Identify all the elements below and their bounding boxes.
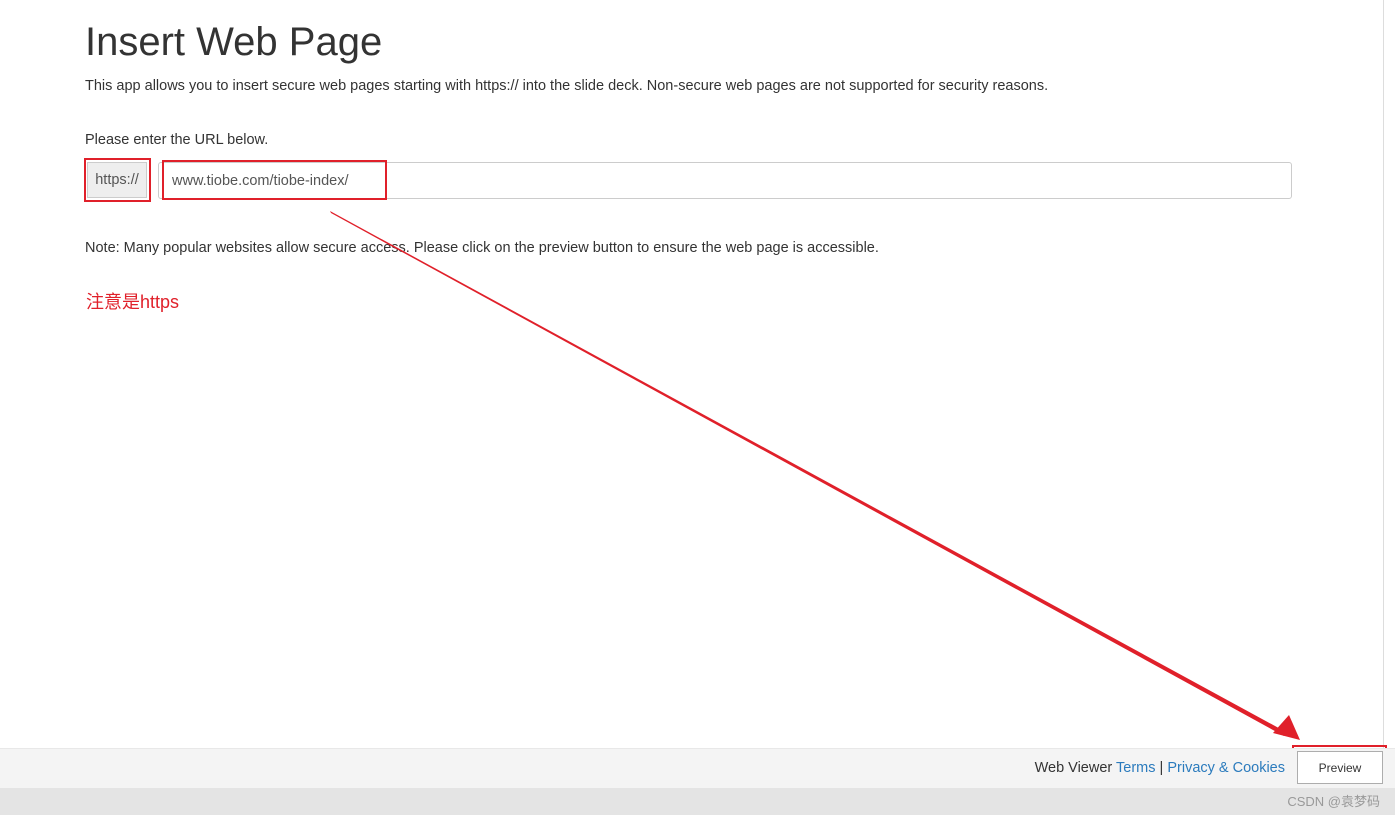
terms-link[interactable]: Terms bbox=[1116, 760, 1155, 776]
page-description: This app allows you to insert secure web… bbox=[85, 78, 1049, 94]
insert-web-page-dialog: Insert Web Page This app allows you to i… bbox=[0, 0, 1395, 815]
arrow-head bbox=[1273, 715, 1300, 740]
page-title: Insert Web Page bbox=[85, 20, 383, 64]
url-label: Please enter the URL below. bbox=[85, 132, 269, 148]
bottom-bar bbox=[0, 788, 1395, 815]
url-input[interactable] bbox=[158, 162, 1292, 199]
note-text: Note: Many popular websites allow secure… bbox=[85, 240, 879, 256]
annotation-note: 注意是https bbox=[86, 292, 180, 312]
url-prefix-addon: https:// bbox=[87, 162, 147, 198]
footer-separator: | bbox=[1159, 760, 1164, 776]
annotation-arrow bbox=[330, 211, 1300, 740]
footer-links: Web Viewer Terms | Privacy & Cookies bbox=[1035, 760, 1285, 776]
footer-bar: Web Viewer Terms | Privacy & Cookies bbox=[0, 748, 1395, 788]
arrow-shaft bbox=[330, 211, 1286, 736]
watermark: CSDN @袁梦码 bbox=[1287, 794, 1380, 809]
preview-button[interactable]: Preview bbox=[1297, 751, 1383, 784]
footer-product: Web Viewer bbox=[1034, 760, 1113, 776]
scroll-edge bbox=[1383, 0, 1384, 748]
privacy-link[interactable]: Privacy & Cookies bbox=[1167, 760, 1285, 776]
